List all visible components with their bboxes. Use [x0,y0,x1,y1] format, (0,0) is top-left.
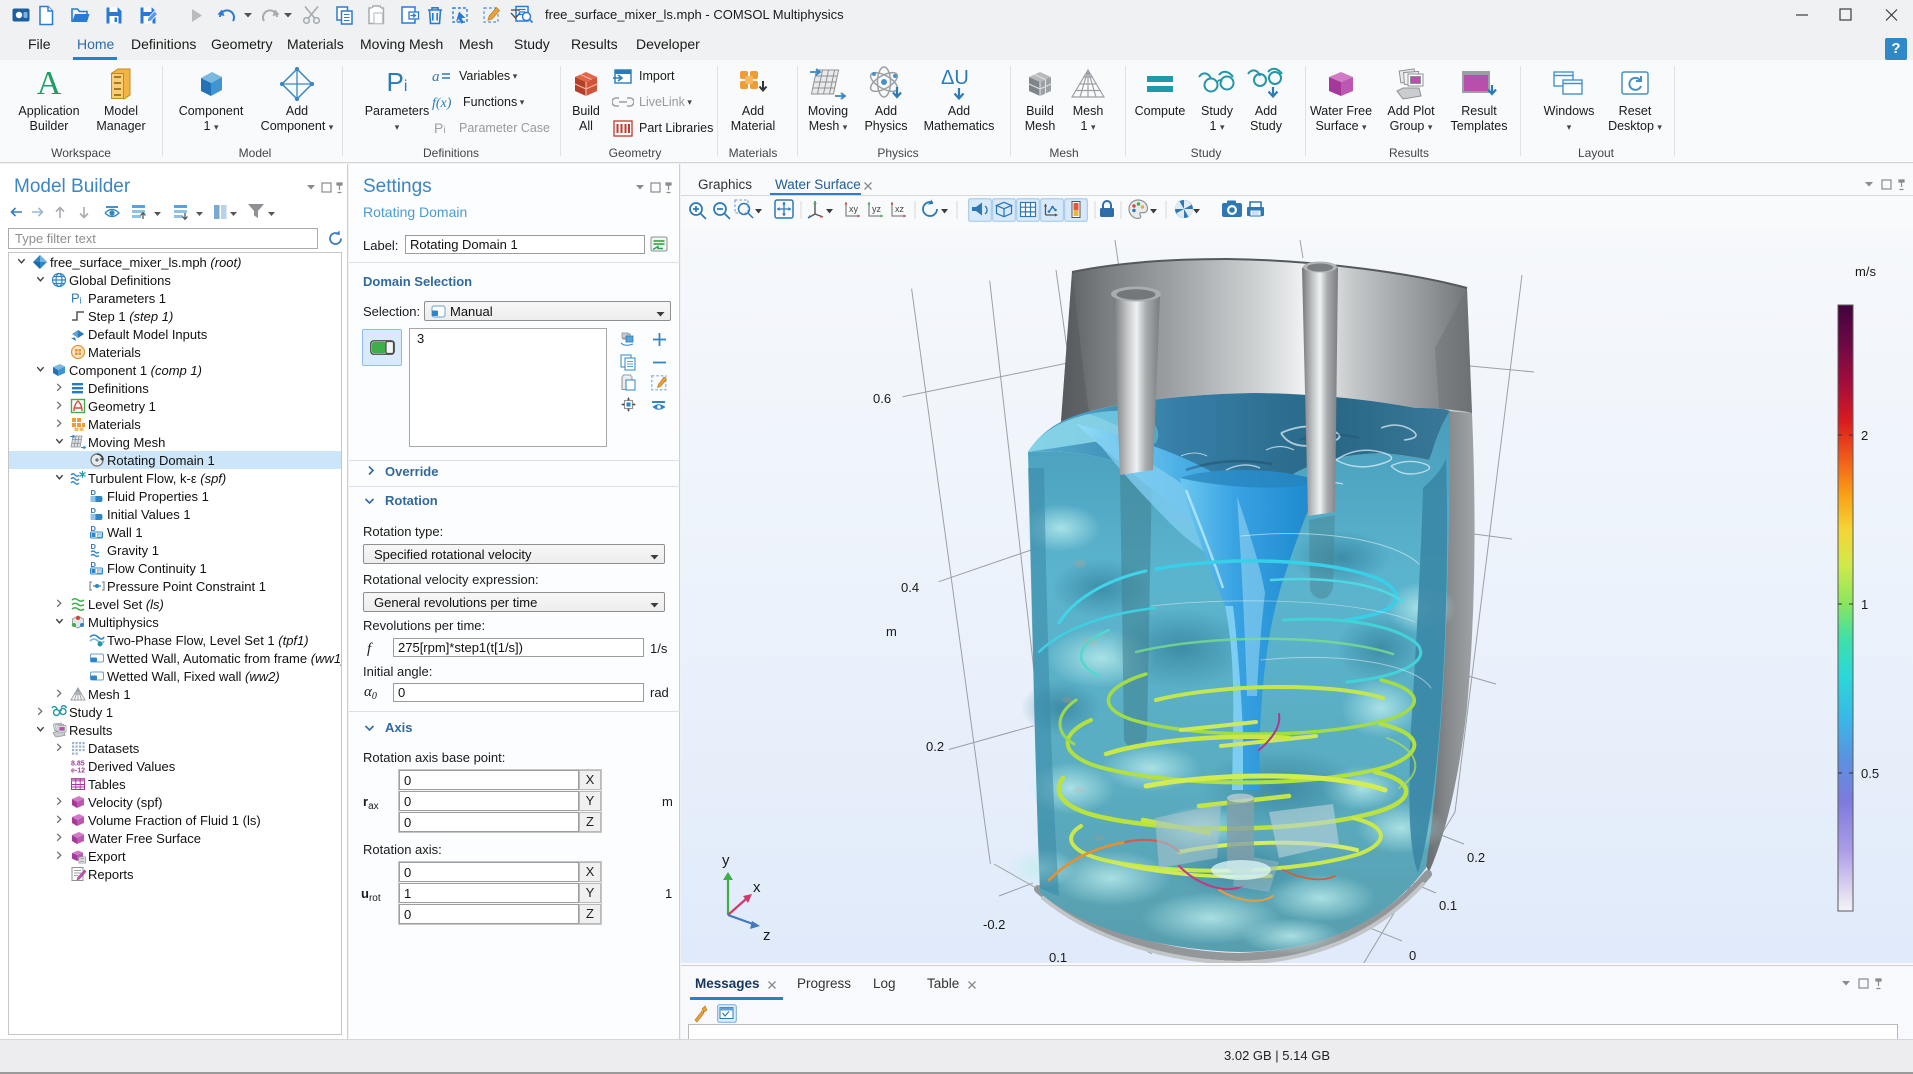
svg-text:m/s: m/s [1855,264,1876,279]
svg-text:0.6: 0.6 [873,391,891,406]
svg-text:0.2: 0.2 [1467,850,1485,865]
svg-text:0.5: 0.5 [1861,766,1879,781]
svg-text:f(x): f(x) [432,96,452,110]
svg-text:0.1: 0.1 [1049,950,1067,963]
svg-text:xz: xz [895,204,905,214]
svg-text:yz: yz [872,204,882,214]
svg-text:2: 2 [1861,428,1868,443]
svg-text:z: z [763,927,771,944]
svg-text:xy: xy [849,204,859,214]
svg-text:a: a [432,69,440,84]
svg-text:x: x [753,879,761,896]
svg-text:0.2: 0.2 [926,739,944,754]
svg-text:-0.2: -0.2 [983,917,1005,932]
svg-text:0: 0 [1409,948,1416,963]
svg-text:ΔU: ΔU [941,67,969,89]
svg-text:y: y [722,852,730,869]
svg-text:1: 1 [1861,597,1868,612]
svg-text:0.1: 0.1 [1439,898,1457,913]
svg-text:0.4: 0.4 [901,580,919,595]
svg-text:Pi: Pi [434,120,446,136]
svg-text:m: m [886,624,897,639]
